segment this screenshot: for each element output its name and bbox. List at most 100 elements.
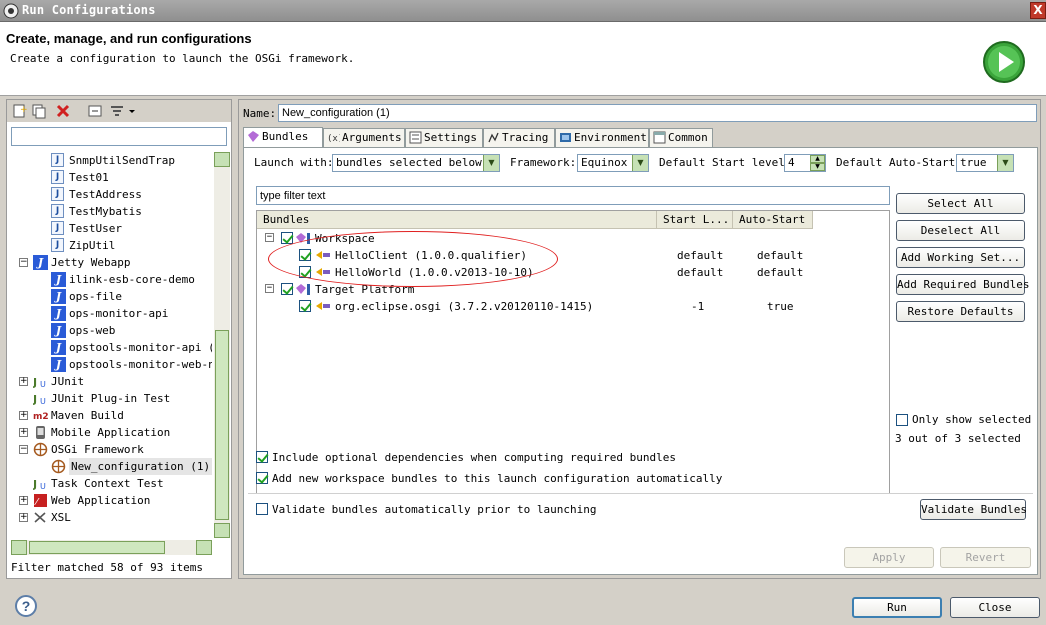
table-row[interactable]: HelloClient (1.0.0.qualifier) default de… (257, 247, 889, 264)
expand-icon[interactable]: + (19, 513, 28, 522)
tree-item-label: ops-web (69, 324, 116, 337)
new-config-icon[interactable]: + (11, 103, 27, 119)
tree-item-label: ZipUtil (69, 239, 116, 252)
collapse-all-icon[interactable] (87, 103, 103, 119)
apply-button[interactable]: Apply (844, 547, 934, 568)
tree-item[interactable]: Jopstools-monitor-api (80 (7, 339, 212, 356)
hscroll-thumb[interactable] (29, 541, 165, 554)
target-platform-checkbox[interactable] (281, 283, 293, 295)
spin-up-icon[interactable]: ▲ (810, 155, 825, 163)
tree-item[interactable]: Jops-file (7, 288, 212, 305)
start-level-spinner[interactable]: 4 ▲ ▼ (784, 154, 826, 172)
close-button[interactable]: Close (950, 597, 1040, 618)
collapse-icon[interactable]: − (265, 233, 274, 242)
collapse-icon[interactable]: − (19, 258, 28, 267)
tab-bundles[interactable]: Bundles (243, 127, 323, 148)
config-filter-input[interactable] (11, 127, 227, 146)
scroll-up-icon[interactable] (214, 152, 230, 167)
tree-item[interactable]: J SnmpUtilSendTrap (7, 152, 212, 169)
revert-button[interactable]: Revert (940, 547, 1031, 568)
helloclient-checkbox[interactable] (299, 249, 311, 261)
tree-item[interactable]: Jops-web (7, 322, 212, 339)
add-required-bundles-button[interactable]: Add Required Bundles (896, 274, 1029, 295)
tree-item[interactable]: J U Task Context Test (7, 475, 212, 492)
expand-icon[interactable]: + (19, 428, 28, 437)
tree-item[interactable]: − OSGi Framework (7, 441, 212, 458)
osgi-bundle-checkbox[interactable] (299, 300, 311, 312)
column-header-start-level[interactable]: Start L... (657, 211, 733, 229)
tree-item[interactable]: + J U JUnit (7, 373, 212, 390)
tab-common[interactable]: Common (649, 128, 713, 147)
tab-settings[interactable]: Settings (405, 128, 483, 147)
help-icon[interactable]: ? (15, 595, 37, 617)
tree-item[interactable]: + ⁄ Web Application (7, 492, 212, 509)
collapse-icon[interactable]: − (265, 284, 274, 293)
tree-item-label: ops-monitor-api (69, 307, 169, 320)
tree-item[interactable]: New_configuration (1) (7, 458, 212, 475)
name-field[interactable] (278, 104, 1037, 122)
include-optional-checkbox[interactable] (256, 451, 268, 463)
table-row[interactable]: − Target Platform (257, 281, 889, 298)
expand-icon[interactable]: + (19, 377, 28, 386)
table-row[interactable]: org.eclipse.osgi (3.7.2.v20120110-1415) … (257, 298, 889, 315)
table-row[interactable]: − Workspace (257, 230, 889, 247)
tree-item[interactable]: J TestMybatis (7, 203, 212, 220)
add-new-workspace-checkbox[interactable] (256, 472, 268, 484)
tree-item[interactable]: − J Jetty Webapp (7, 254, 212, 271)
junit-plugin-icon: JU (32, 391, 48, 406)
separator (248, 493, 1033, 494)
validate-auto-checkbox[interactable] (256, 503, 268, 515)
tree-item[interactable]: Jilink-esb-core-demo (7, 271, 212, 288)
scroll-left-icon[interactable] (11, 540, 27, 555)
filter-menu-chevron-down-icon[interactable] (127, 103, 137, 119)
column-header-auto-start[interactable]: Auto-Start (733, 211, 813, 229)
scroll-down-icon[interactable] (214, 523, 230, 538)
tree-horizontal-scrollbar[interactable] (11, 540, 212, 555)
duplicate-config-icon[interactable] (31, 103, 47, 119)
tree-item[interactable]: Jops-monitor-api (7, 305, 212, 322)
validate-bundles-button[interactable]: Validate Bundles (920, 499, 1027, 520)
expand-icon[interactable]: + (19, 411, 28, 420)
deselect-all-button[interactable]: Deselect All (896, 220, 1025, 241)
add-working-set-button[interactable]: Add Working Set... (896, 247, 1025, 268)
spin-down-icon[interactable]: ▼ (810, 163, 825, 171)
restore-defaults-button[interactable]: Restore Defaults (896, 301, 1025, 322)
delete-config-icon[interactable] (55, 103, 71, 119)
scroll-thumb[interactable] (215, 330, 229, 520)
bundles-icon (248, 131, 259, 142)
only-show-selected-checkbox[interactable] (896, 414, 908, 426)
workspace-checkbox[interactable] (281, 232, 293, 244)
helloworld-checkbox[interactable] (299, 266, 311, 278)
tree-vertical-scrollbar[interactable] (214, 152, 230, 538)
scroll-right-icon[interactable] (196, 540, 212, 555)
mobile-icon (33, 425, 48, 440)
auto-start-select[interactable]: true ▼ (956, 154, 1014, 172)
tree-item-label: Maven Build (51, 409, 124, 422)
tab-arguments[interactable]: (x) Arguments (323, 128, 405, 147)
tree-item[interactable]: J U JUnit Plug-in Test (7, 390, 212, 407)
close-window-icon[interactable]: X (1030, 2, 1046, 19)
expand-icon[interactable]: + (19, 496, 28, 505)
framework-select[interactable]: Equinox ▼ (577, 154, 649, 172)
tree-item[interactable]: J Test01 (7, 169, 212, 186)
tree-item[interactable]: J TestUser (7, 220, 212, 237)
tree-item[interactable]: + Mobile Application (7, 424, 212, 441)
tree-item[interactable]: + XSL (7, 509, 212, 526)
column-header-bundles[interactable]: Bundles (257, 211, 657, 229)
tab-tracing[interactable]: Tracing (483, 128, 555, 147)
bundle-filter-input[interactable] (256, 186, 890, 205)
run-button[interactable]: Run (852, 597, 942, 618)
collapse-icon[interactable]: − (19, 445, 28, 454)
jetty-icon: J (51, 289, 66, 304)
launch-with-select[interactable]: bundles selected below ▼ (332, 154, 500, 172)
tree-item[interactable]: J ZipUtil (7, 237, 212, 254)
tree-item[interactable]: J TestAddress (7, 186, 212, 203)
select-all-button[interactable]: Select All (896, 193, 1025, 214)
jetty-icon: J (51, 306, 66, 321)
filter-config-icon[interactable] (109, 103, 125, 119)
tree-item[interactable]: + m2 Maven Build (7, 407, 212, 424)
only-show-selected-label: Only show selected (912, 413, 1032, 426)
tab-environment[interactable]: Environment (555, 128, 649, 147)
table-row[interactable]: HelloWorld (1.0.0.v2013-10-10) default d… (257, 264, 889, 281)
tree-item[interactable]: Jopstools-monitor-web-ne (7, 356, 212, 373)
